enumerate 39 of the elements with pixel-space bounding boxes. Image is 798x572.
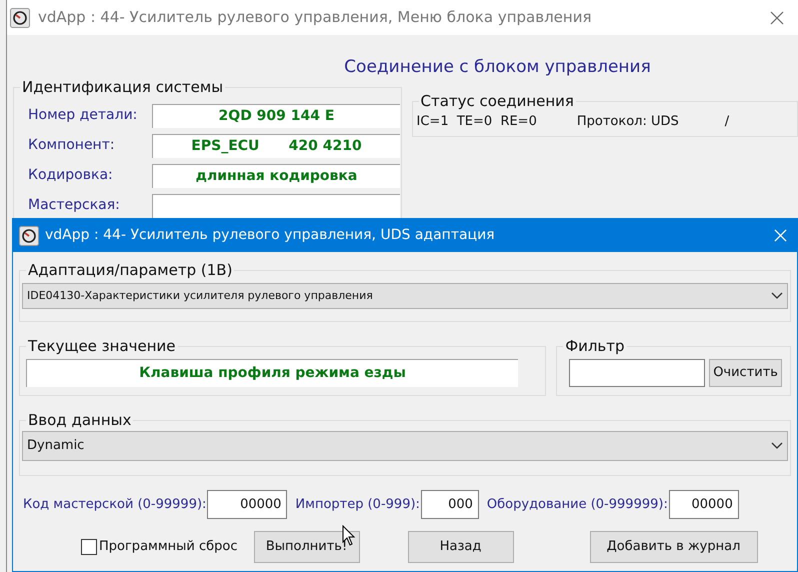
app-icon bbox=[19, 226, 39, 246]
back-button[interactable]: Назад bbox=[408, 531, 514, 563]
code-label: Оборудование (0-999999): bbox=[486, 496, 668, 514]
connection-heading: Соединение с блоком управления bbox=[344, 56, 651, 79]
group-title: Статус соединения bbox=[418, 92, 576, 110]
group-title: Фильтр bbox=[563, 337, 627, 355]
parameter-dropdown[interactable]: IDE04130-Характеристики усилителя рулевого управления bbox=[22, 283, 788, 309]
chevron-down-icon bbox=[771, 292, 783, 300]
code-field[interactable]: 000 bbox=[420, 490, 479, 519]
window-title: vdApp : 44- Усилитель рулевого управления, UDS адаптация bbox=[45, 226, 495, 245]
protocol-text: Протокол: UDS bbox=[576, 112, 679, 131]
current-value-field: Клавиша профиля режима езды bbox=[26, 359, 518, 387]
chevron-down-icon bbox=[771, 442, 783, 450]
add-to-log-button[interactable]: Добавить в журнал bbox=[590, 531, 758, 563]
window-title: vdApp : 44- Усилитель рулевого управления, Меню блока управления bbox=[38, 7, 592, 28]
code-label: Код мастерской (0-99999): bbox=[23, 496, 206, 514]
code-field[interactable]: 00000 bbox=[668, 490, 739, 519]
data-input-dropdown[interactable]: Dynamic bbox=[22, 431, 788, 461]
filter-field[interactable] bbox=[569, 359, 706, 387]
field-label: Кодировка: bbox=[28, 166, 114, 185]
status-extra: / bbox=[724, 112, 730, 131]
code-label: Импортер (0-999): bbox=[295, 496, 420, 514]
group-title: Ввод данных bbox=[26, 411, 134, 429]
group-title: Текущее значение bbox=[26, 337, 178, 355]
checkbox-label: Программный сброс bbox=[99, 538, 238, 556]
clear-button[interactable]: Очистить bbox=[709, 359, 782, 387]
app-icon bbox=[10, 8, 30, 28]
field-label: Мастерская: bbox=[28, 196, 121, 215]
value-field: EPS_ECU 420 4210 bbox=[152, 134, 400, 158]
code-field[interactable]: 00000 bbox=[207, 490, 288, 519]
close-icon[interactable] bbox=[770, 10, 784, 24]
execute-button[interactable]: Выполнить! bbox=[254, 531, 360, 563]
status-text: IC=1 TE=0 RE=0 bbox=[416, 112, 537, 131]
value-field: 2QD 909 144 E bbox=[152, 104, 400, 128]
reset-checkbox[interactable] bbox=[81, 539, 97, 555]
value-field: длинная кодировка bbox=[152, 164, 400, 188]
field-label: Компонент: bbox=[28, 136, 116, 155]
field-label: Номер детали: bbox=[28, 106, 138, 125]
group-title: Адаптация/параметр (1B) bbox=[26, 261, 234, 279]
